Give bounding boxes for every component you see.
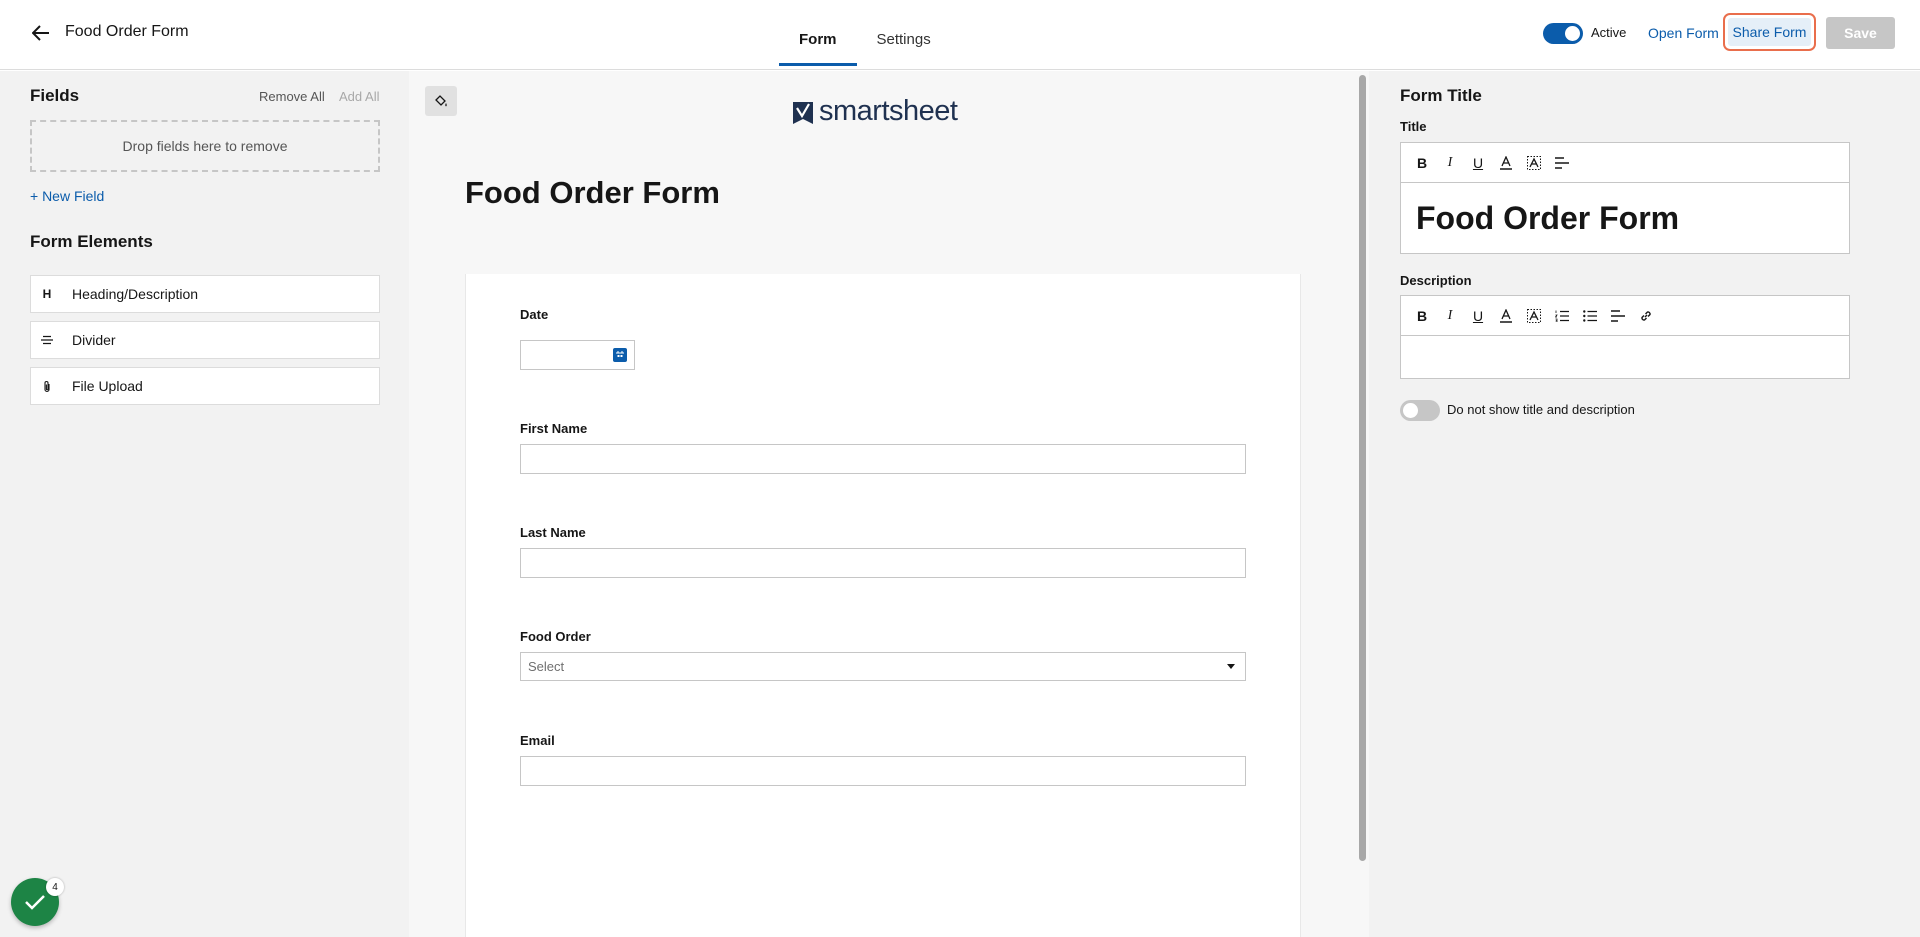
back-button[interactable] [28,20,54,46]
description-toolbar: B I U [1401,296,1849,336]
description-editor-input[interactable] [1401,336,1849,378]
hide-title-toggle[interactable] [1400,400,1440,421]
food-order-placeholder: Select [528,659,565,674]
tab-form[interactable]: Form [779,0,857,70]
element-heading-description[interactable]: H Heading/Description [30,275,380,313]
highlight-icon[interactable] [1525,154,1543,172]
share-form-label: Share Form [1728,18,1811,46]
toggle-knob [1403,403,1418,418]
first-name-label: First Name [520,421,588,436]
element-file-upload[interactable]: File Upload [30,367,380,405]
underline-icon[interactable]: U [1469,154,1487,172]
first-name-input[interactable] [520,444,1246,474]
last-name-label: Last Name [520,525,586,540]
title-editor: B I U Food Order Form [1400,142,1850,254]
element-divider[interactable]: Divider [30,321,380,359]
element-label: Heading/Description [72,286,199,302]
logo-text: smartsheet [819,95,958,127]
title-toolbar: B I U [1401,143,1849,183]
paint-bucket-icon [435,95,447,107]
description-editor: B I U [1400,295,1850,379]
bullet-list-icon[interactable] [1581,307,1599,325]
email-label: Email [520,733,555,748]
italic-icon[interactable]: I [1441,154,1459,172]
paperclip-icon [41,380,53,393]
arrow-left-icon [32,25,49,41]
form-heading: Food Order Form [465,175,720,210]
date-input[interactable] [520,340,635,370]
add-all-button[interactable]: Add All [339,89,379,104]
share-form-button[interactable]: Share Form [1723,13,1816,51]
open-form-link[interactable]: Open Form [1648,25,1719,41]
form-elements-title: Form Elements [30,232,153,251]
toggle-knob [1565,26,1580,41]
food-order-label: Food Order [520,629,591,644]
bold-icon[interactable]: B [1413,307,1431,325]
top-bar: Food Order Form Form Settings Active Ope… [0,0,1920,70]
align-left-icon[interactable] [1553,154,1571,172]
food-order-select[interactable]: Select [520,652,1246,681]
preview-scrollbar[interactable] [1359,75,1366,861]
smartsheet-logo: smartsheet [793,95,958,128]
logo-mark-icon [793,100,813,124]
title-editor-input[interactable]: Food Order Form [1401,183,1849,253]
calendar-icon[interactable] [613,348,627,362]
properties-panel: Form Title Title B I U Food Order Form D… [1369,71,1920,937]
last-name-input[interactable] [520,548,1246,578]
theme-button[interactable] [425,86,457,116]
heading-icon: H [42,287,52,301]
link-icon[interactable] [1637,307,1655,325]
tab-bar: Form Settings [779,0,951,70]
tab-settings[interactable]: Settings [857,0,951,70]
fields-title: Fields [30,86,80,105]
hide-title-label: Do not show title and description [1447,402,1635,417]
email-input[interactable] [520,756,1246,786]
caret-down-icon [1227,664,1235,669]
title-field-label: Title [1400,119,1427,134]
element-label: Divider [72,332,116,348]
date-label: Date [520,307,549,322]
active-label: Active [1591,25,1627,40]
text-color-icon[interactable] [1497,154,1515,172]
align-left-icon[interactable] [1609,307,1627,325]
checkmark-icon [25,895,45,910]
drop-zone[interactable]: Drop fields here to remove [30,120,380,172]
element-label: File Upload [72,378,143,394]
notification-badge: 4 [46,878,64,896]
italic-icon[interactable]: I [1441,307,1459,325]
text-color-icon[interactable] [1497,307,1515,325]
active-toggle[interactable] [1543,23,1583,44]
new-field-link[interactable]: + New Field [30,188,104,204]
page-title: Food Order Form [65,23,189,40]
form-elements-list: H Heading/Description Divider File Uploa… [30,275,380,413]
form-title-section-title: Form Title [1400,86,1482,105]
form-card: Date First Name Last Name Food Order Sel… [465,274,1301,937]
description-field-label: Description [1400,273,1472,288]
fields-panel: Fields Remove All Add All Drop fields he… [0,71,409,937]
save-button[interactable]: Save [1826,17,1895,49]
underline-icon[interactable]: U [1469,307,1487,325]
form-preview: smartsheet Food Order Form Date First Na… [409,71,1369,937]
bold-icon[interactable]: B [1413,154,1431,172]
numbered-list-icon[interactable] [1553,307,1571,325]
remove-all-button[interactable]: Remove All [259,89,325,104]
highlight-icon[interactable] [1525,307,1543,325]
divider-icon [41,335,53,345]
